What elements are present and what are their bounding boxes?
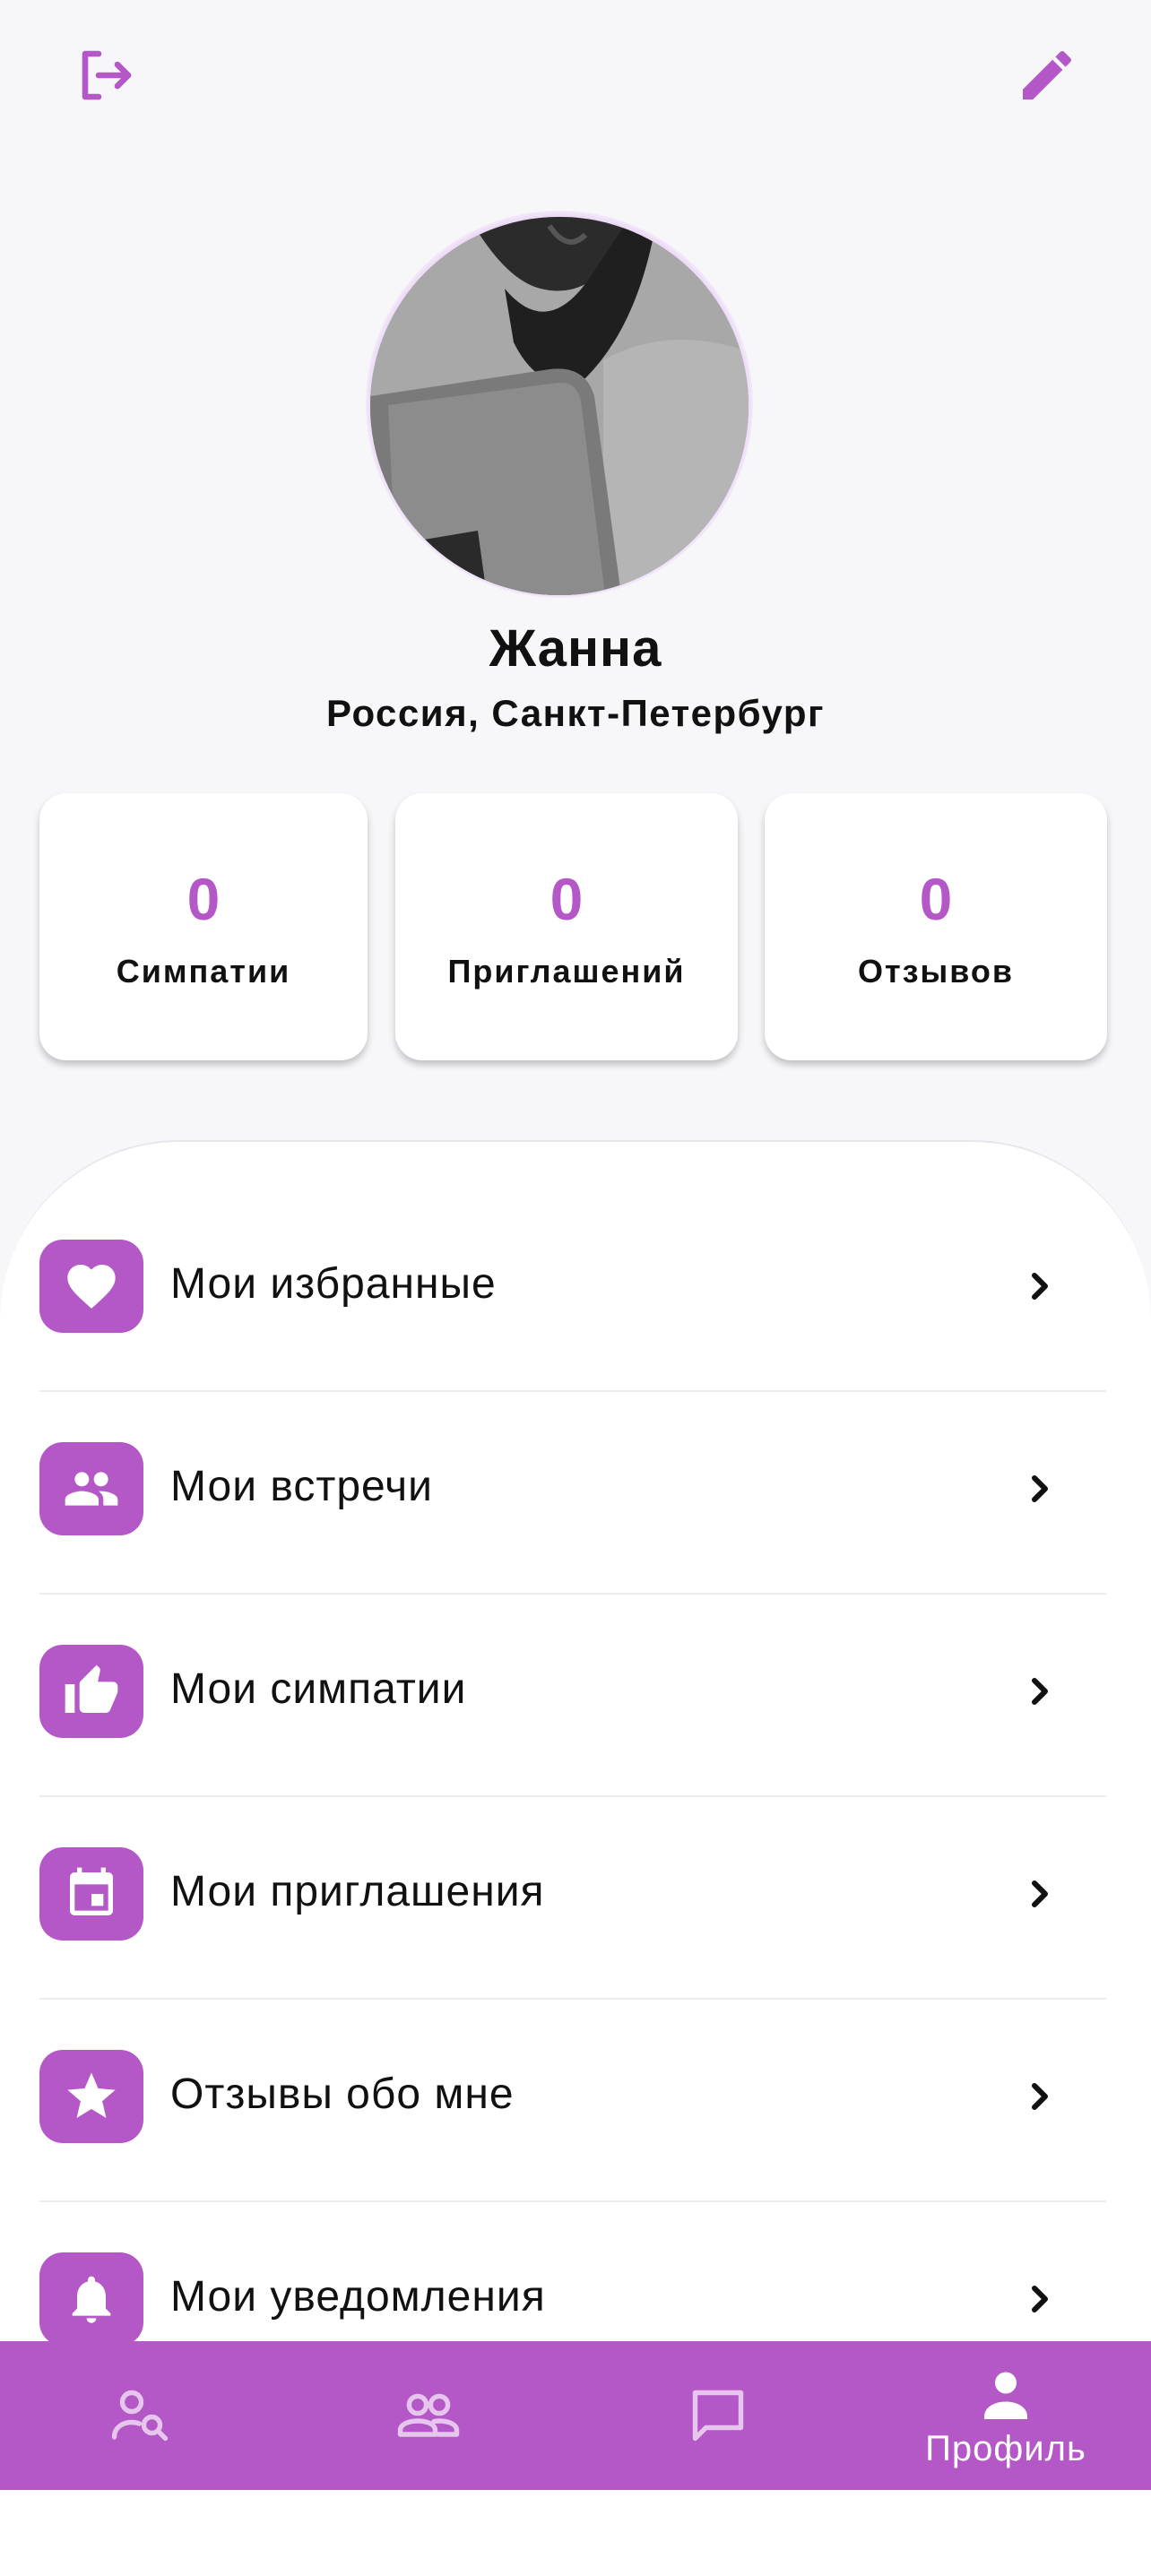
menu-item-label: Мои приглашения — [170, 1868, 545, 1915]
person-search-icon — [111, 2390, 169, 2442]
menu-item-favorites[interactable]: Мои избранные — [39, 1189, 1106, 1392]
stat-value: 0 — [919, 866, 953, 932]
menu-item-likes[interactable]: Мои симпатии — [39, 1595, 1106, 1797]
group-icon — [39, 1442, 143, 1535]
chevron-right-icon — [1032, 1475, 1048, 1502]
nav-item-search[interactable] — [50, 2341, 229, 2490]
people-icon — [397, 2393, 460, 2437]
chevron-right-icon — [1032, 2286, 1048, 2312]
menu-item-invitations[interactable]: Мои приглашения — [39, 1797, 1106, 2000]
menu-item-meetings[interactable]: Мои встречи — [39, 1392, 1106, 1595]
chevron-right-icon — [1032, 2083, 1048, 2110]
stat-card-invitations[interactable]: 0 Приглашений — [395, 793, 738, 1060]
bottom-nav: Профиль — [0, 2341, 1151, 2490]
nav-label-profile: Профиль — [925, 2428, 1086, 2468]
chat-icon — [692, 2390, 744, 2442]
menu-item-label: Мои избранные — [170, 1260, 497, 1308]
stat-label: Симпатии — [116, 953, 291, 990]
stat-value: 0 — [550, 866, 584, 932]
calendar-icon — [39, 1847, 143, 1941]
profile-location: Россия, Санкт-Петербург — [325, 692, 825, 734]
nav-item-profile[interactable]: Профиль — [916, 2341, 1095, 2490]
chevron-right-icon — [1032, 1678, 1048, 1705]
stat-card-likes[interactable]: 0 Симпатии — [39, 793, 368, 1060]
edit-pencil-icon[interactable] — [1011, 39, 1083, 111]
bell-icon — [39, 2252, 143, 2346]
stat-label: Приглашений — [447, 953, 686, 990]
menu-item-reviews[interactable]: Отзывы обо мне — [39, 2000, 1106, 2202]
nav-item-chat[interactable] — [628, 2341, 808, 2490]
stat-card-reviews[interactable]: 0 Отзывов — [765, 793, 1107, 1060]
stat-value: 0 — [186, 866, 221, 932]
star-icon — [39, 2050, 143, 2143]
menu-item-label: Отзывы обо мне — [170, 2070, 515, 2118]
chevron-right-icon — [1032, 1880, 1048, 1907]
heart-icon — [39, 1240, 143, 1333]
nav-item-people[interactable] — [339, 2341, 518, 2490]
menu-item-label: Мои встречи — [170, 1463, 433, 1510]
chevron-right-icon — [1032, 1273, 1048, 1300]
thumbs-up-icon — [39, 1645, 143, 1738]
menu-item-label: Мои симпатии — [170, 1665, 467, 1713]
profile-name: Жанна — [489, 619, 662, 678]
logout-icon[interactable] — [68, 39, 140, 111]
stat-label: Отзывов — [857, 953, 1015, 990]
top-bar — [0, 0, 1151, 152]
person-icon — [984, 2372, 1027, 2419]
avatar[interactable] — [370, 217, 749, 595]
menu-item-label: Мои уведомления — [170, 2273, 546, 2321]
